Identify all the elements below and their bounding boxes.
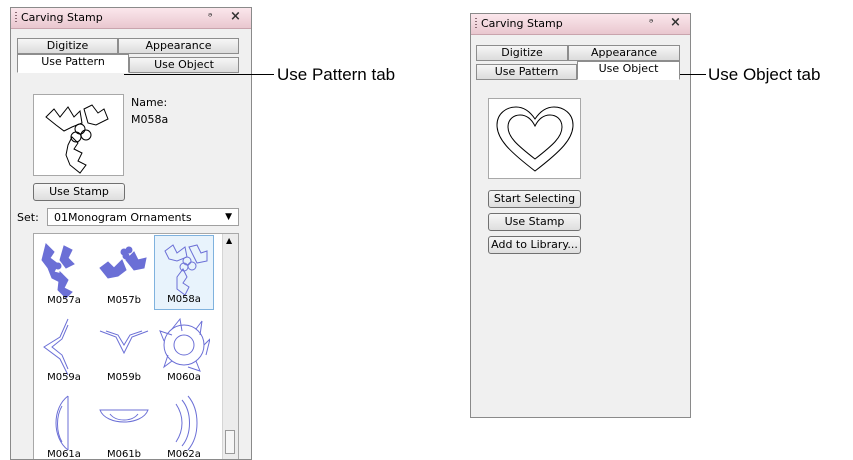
half-circle-icon	[55, 395, 69, 451]
tab-use-pattern[interactable]: Use Pattern	[476, 64, 577, 80]
callout-use-object-tab: Use Object tab	[708, 65, 821, 84]
arcs-icon	[175, 395, 198, 451]
pattern-cell[interactable]: M059a	[34, 312, 94, 387]
holly-outline-icon	[164, 244, 208, 296]
pattern-cell[interactable]: M058a	[154, 235, 214, 310]
bowl-icon	[99, 409, 149, 423]
add-to-library-button[interactable]: Add to Library...	[488, 236, 581, 254]
pattern-cell-label: M059b	[106, 372, 142, 383]
set-dropdown-value: 01Monogram Ornaments	[54, 211, 192, 224]
pin-icon[interactable]: ᵊ	[649, 16, 654, 29]
name-label: Name:	[131, 96, 168, 109]
pattern-cell-label: M060a	[167, 372, 201, 383]
object-preview	[488, 98, 581, 179]
pattern-preview	[33, 94, 124, 176]
pattern-cell[interactable]: M057a	[34, 235, 94, 310]
pattern-cell[interactable]: M062a	[154, 389, 214, 460]
pin-icon[interactable]: ᵊ	[208, 10, 213, 23]
tab-appearance[interactable]: Appearance	[118, 38, 239, 54]
scroll-up-icon[interactable]: ▲	[226, 236, 232, 245]
corner-left-icon	[43, 318, 69, 375]
panel-title: Carving Stamp	[21, 11, 103, 24]
tab-digitize[interactable]: Digitize	[17, 38, 118, 54]
pattern-cell-label: M061b	[106, 449, 142, 460]
pattern-cell-label: M057b	[106, 295, 142, 306]
callout-line-left	[124, 64, 274, 76]
set-label: Set:	[17, 211, 39, 224]
wreath-icon	[159, 317, 210, 372]
tab-digitize[interactable]: Digitize	[476, 45, 568, 61]
pattern-grid-scrollbar[interactable]: ▲	[222, 234, 238, 459]
drag-grip-icon[interactable]	[475, 18, 477, 30]
pattern-cell-label: M061a	[47, 449, 81, 460]
holly-filled-wide-icon	[99, 246, 147, 279]
pattern-cell[interactable]: M061b	[94, 389, 154, 460]
holly-filled-icon	[41, 243, 75, 298]
tab-use-object[interactable]: Use Object	[577, 61, 680, 80]
pattern-cell[interactable]: M061a	[34, 389, 94, 460]
panel-title: Carving Stamp	[481, 17, 563, 30]
panel-titlebar[interactable]: Carving Stamp ᵊ ×	[11, 8, 251, 29]
pattern-cell-label: M058a	[167, 294, 201, 305]
close-icon[interactable]: ×	[230, 9, 241, 24]
pattern-grid: M057a M057b M058a M059a M059b M060a M061a M061b…	[33, 233, 239, 460]
name-value: M058a	[131, 113, 169, 126]
tab-use-pattern[interactable]: Use Pattern	[17, 54, 129, 73]
pattern-cell-label: M059a	[47, 372, 81, 383]
drag-grip-icon[interactable]	[15, 12, 17, 24]
scroll-thumb[interactable]	[225, 430, 235, 454]
use-stamp-button[interactable]: Use Stamp	[33, 183, 125, 201]
carving-stamp-panel-right: Carving Stamp ᵊ × Digitize Appearance Us…	[470, 13, 691, 418]
tab-appearance[interactable]: Appearance	[568, 45, 680, 61]
pattern-cell[interactable]: M059b	[94, 312, 154, 387]
panel-titlebar[interactable]: Carving Stamp ᵊ ×	[471, 14, 690, 35]
use-stamp-button[interactable]: Use Stamp	[488, 213, 581, 231]
chevron-down-icon[interactable]: ▼	[225, 212, 232, 222]
pattern-cell[interactable]: M060a	[154, 312, 214, 387]
holly-preview-icon	[45, 104, 109, 174]
close-icon[interactable]: ×	[670, 15, 681, 30]
pattern-cell-label: M057a	[47, 295, 81, 306]
pattern-cell-label: M062a	[167, 449, 201, 460]
start-selecting-button[interactable]: Start Selecting	[488, 190, 581, 208]
heart-outline-icon	[496, 106, 574, 172]
callout-use-pattern-tab: Use Pattern tab	[277, 65, 396, 84]
pattern-cell[interactable]: M057b	[94, 235, 154, 310]
corner-down-icon	[99, 330, 149, 355]
set-dropdown[interactable]: 01Monogram Ornaments ▼	[47, 208, 239, 226]
